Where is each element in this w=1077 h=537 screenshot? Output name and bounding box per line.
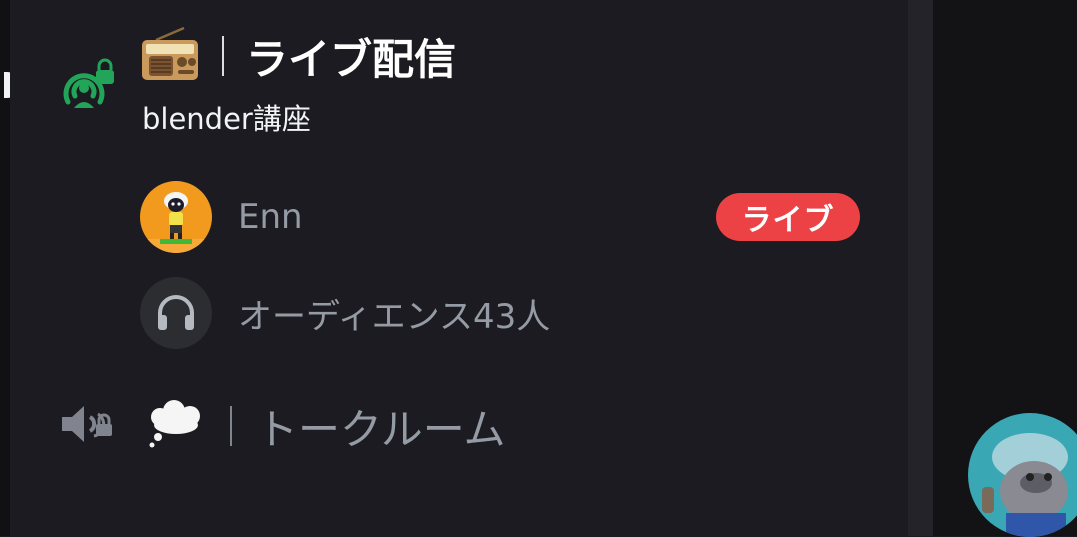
headphones-icon <box>140 277 212 349</box>
stage-channel-row[interactable]: ライブ配信 <box>140 26 457 86</box>
thought-bubble-emoji-icon <box>146 399 204 453</box>
live-badge: ライブ <box>716 193 860 241</box>
speaker-locked-icon <box>58 400 114 452</box>
stage-channel-title: ライブ配信 <box>246 34 457 84</box>
audience-count: オーディエンス43人 <box>238 296 551 337</box>
stage-topic: blender講座 <box>142 102 311 136</box>
participant-row[interactable]: Enn <box>140 181 303 253</box>
stage-locked-icon <box>58 58 118 114</box>
audience-row[interactable]: オーディエンス43人 <box>140 277 550 349</box>
title-separator <box>222 36 224 76</box>
voice-title-separator <box>230 406 232 446</box>
radio-emoji-icon <box>140 26 200 86</box>
voice-channel-name: トークルーム <box>256 404 506 454</box>
sheep-avatar-icon <box>140 181 212 253</box>
voice-channel-row[interactable]: トークルーム <box>58 396 505 456</box>
participant-name: Enn <box>238 197 303 237</box>
panel-divider <box>908 0 933 536</box>
